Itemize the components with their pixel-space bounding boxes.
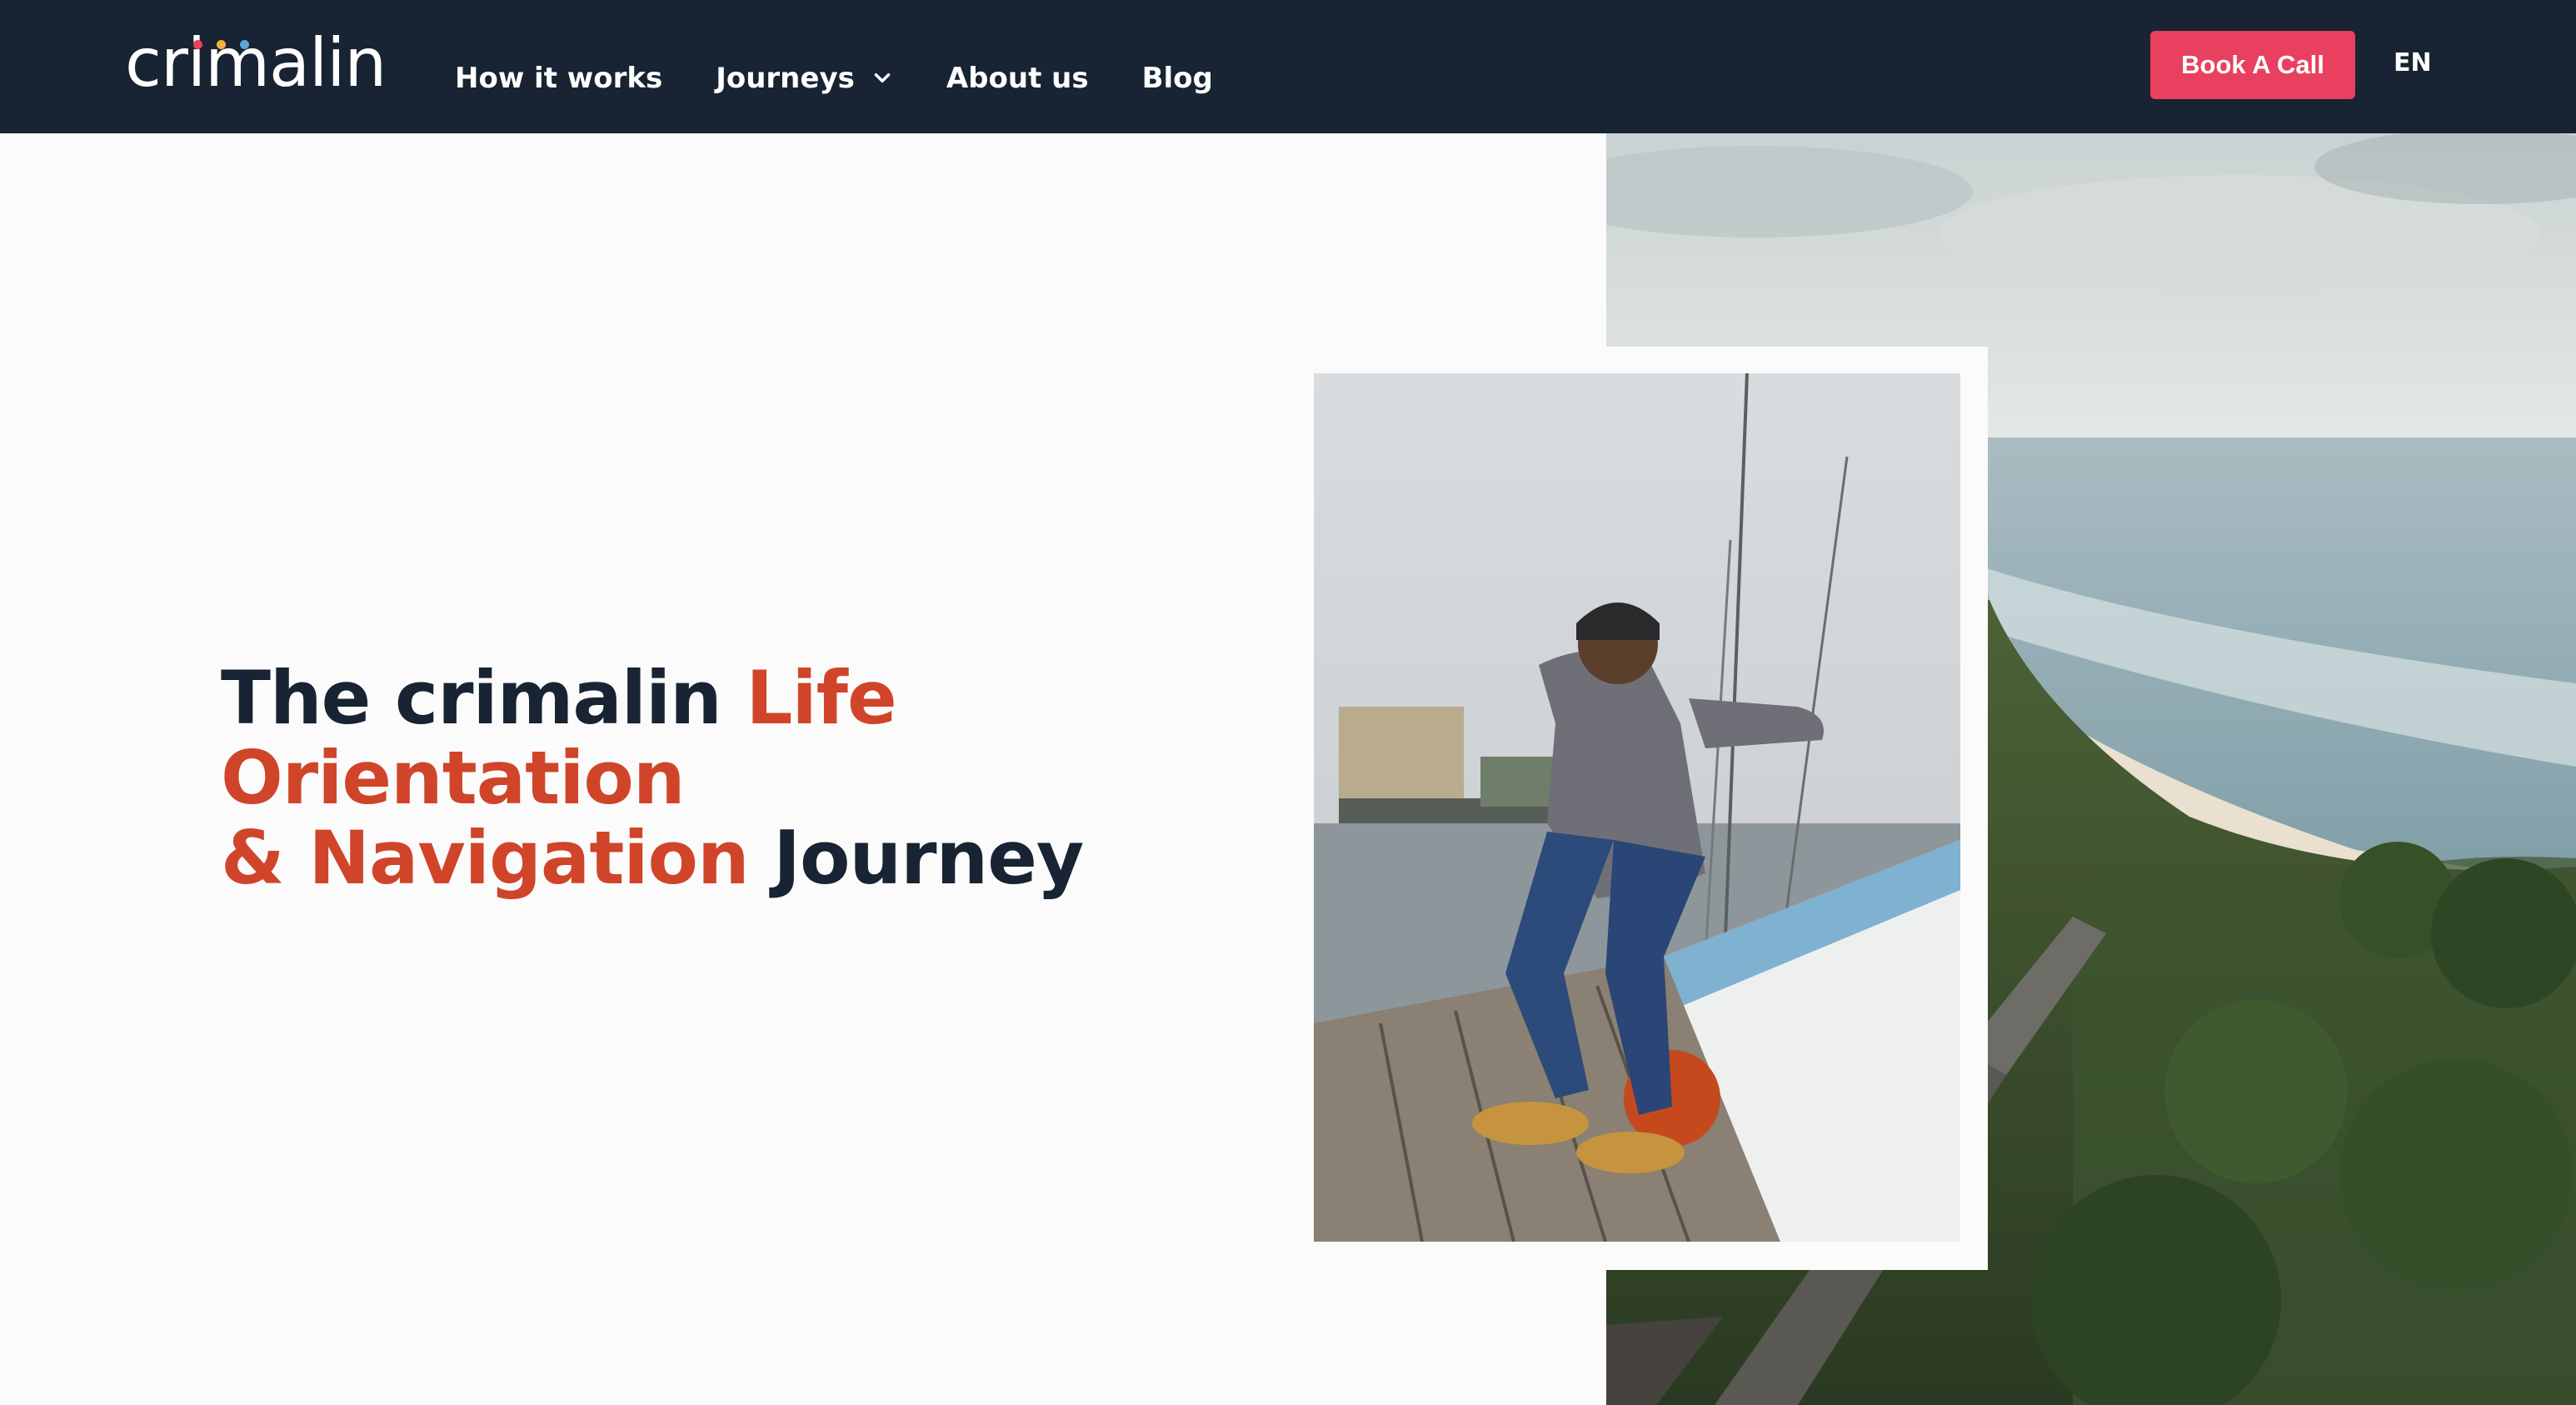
logo-dot-yellow [217, 40, 226, 49]
hero-title-part1: The crimalin [221, 655, 746, 741]
hero-title: The crimalin Life Orientation & Navigati… [221, 658, 1254, 898]
hero-title-accent-2: & Navigation [221, 815, 750, 901]
logo-text: crimalin [125, 24, 387, 102]
logo[interactable]: crimalin [125, 24, 387, 102]
hero-title-part2: Journey [748, 815, 1084, 901]
nav-how-it-works[interactable]: How it works [455, 62, 662, 95]
nav-journeys-label: Journeys [716, 62, 855, 95]
logo-dot-blue [240, 40, 249, 49]
nav-journeys[interactable]: Journeys [716, 62, 893, 95]
book-a-call-button[interactable]: Book A Call [2150, 31, 2355, 99]
language-selector[interactable]: EN [2394, 48, 2432, 78]
man-on-boat-dock-image [1314, 373, 1960, 1242]
logo-dot-red [193, 40, 202, 49]
nav-about-us[interactable]: About us [946, 62, 1089, 95]
chevron-down-icon [874, 72, 891, 82]
site-header: crimalin How it works Journeys About us … [0, 0, 2576, 133]
main-nav: How it works Journeys About us Blog [455, 58, 1266, 98]
nav-blog[interactable]: Blog [1142, 62, 1213, 95]
